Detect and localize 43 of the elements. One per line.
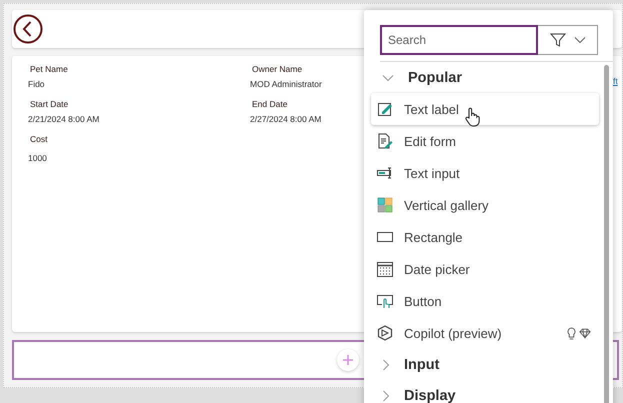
- field-label: Owner Name: [252, 64, 304, 74]
- category-header[interactable]: Input: [371, 349, 440, 380]
- category-header[interactable]: Display: [371, 380, 456, 403]
- lightbulb-icon: [567, 326, 576, 340]
- rectangle-icon: [377, 229, 393, 245]
- button-hand-icon: [377, 293, 393, 309]
- link[interactable]: ft: [613, 76, 618, 86]
- chevron-right-icon: [382, 390, 390, 402]
- chevron-right-icon: [382, 358, 390, 370]
- field-value: 2/27/2024 8:00 AM: [250, 114, 322, 124]
- search-field[interactable]: Search: [380, 25, 538, 55]
- chevron-down-icon: [574, 36, 586, 44]
- category-header[interactable]: Popular: [371, 62, 462, 93]
- control-list-item[interactable]: Text input: [371, 157, 599, 189]
- field-value: MOD Administrator: [250, 79, 323, 89]
- control-list-item[interactable]: Vertical gallery: [371, 189, 599, 221]
- control-list-item[interactable]: Text label: [371, 93, 599, 125]
- filter-icon: [550, 32, 566, 48]
- filter-dropdown[interactable]: [538, 25, 598, 55]
- back-button[interactable]: [13, 14, 43, 44]
- control-list-item[interactable]: Date picker: [371, 253, 599, 285]
- field-value: Fido: [28, 79, 46, 89]
- field-label: Cost: [30, 134, 48, 144]
- field-value: 2/21/2024 8:00 AM: [28, 114, 100, 124]
- field-label: Start Date: [30, 99, 70, 109]
- scrollbar[interactable]: [604, 65, 609, 403]
- control-list-item[interactable]: Rectangle: [371, 221, 599, 253]
- field-value: 1000: [28, 153, 48, 163]
- copilot-icon: [377, 325, 393, 341]
- control-list-item[interactable]: Button: [371, 285, 599, 317]
- diamond-icon: [579, 328, 591, 338]
- plus-icon: [342, 354, 354, 366]
- chevron-down-icon: [382, 74, 394, 82]
- control-list-item[interactable]: Edit form: [371, 125, 599, 157]
- field-label: Pet Name: [30, 64, 69, 74]
- hand-cursor-icon: [464, 107, 480, 127]
- document-pencil-icon: [377, 133, 393, 149]
- control-list-item[interactable]: Copilot (preview): [371, 317, 599, 349]
- calendar-icon: [377, 261, 393, 277]
- pencil-square-icon: [377, 101, 393, 117]
- field-label: End Date: [252, 99, 288, 109]
- text-input-icon: [377, 165, 393, 181]
- grid-icon: [377, 197, 393, 213]
